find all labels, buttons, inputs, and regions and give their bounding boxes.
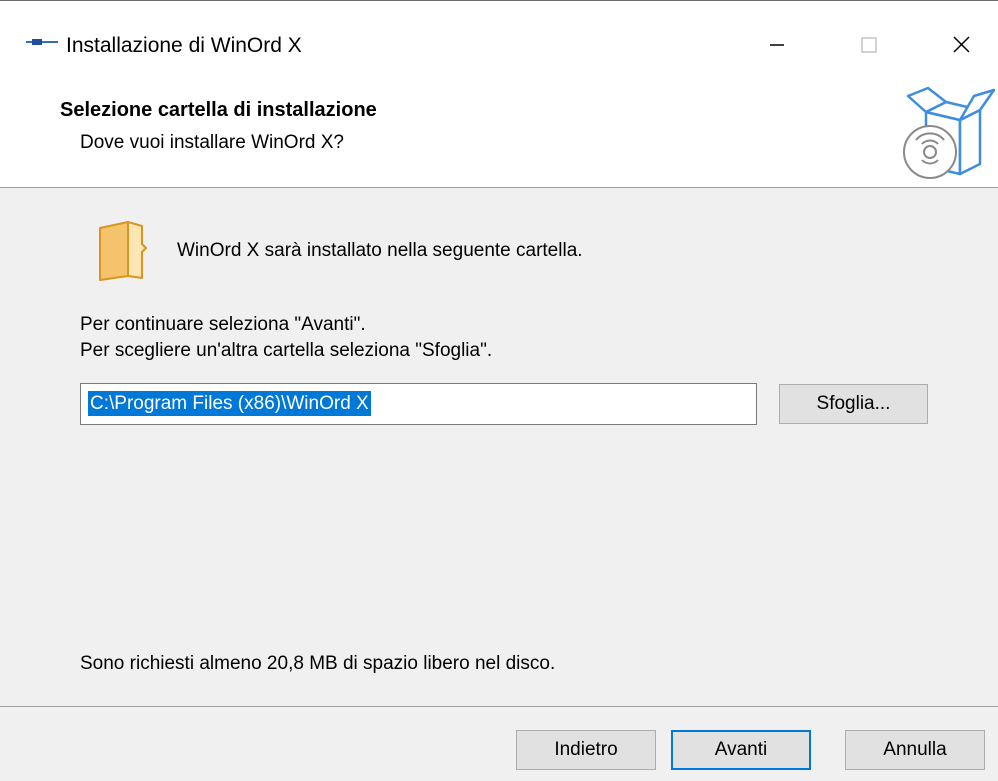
maximize-button[interactable] bbox=[846, 23, 892, 67]
footer-divider bbox=[0, 706, 998, 707]
folder-icon bbox=[99, 221, 147, 281]
instruction-continue: Per continuare seleziona "Avanti". bbox=[80, 314, 366, 335]
install-path-field[interactable]: C:\Program Files (x86)\WinOrd X bbox=[80, 383, 757, 425]
disk-space-requirement: Sono richiesti almeno 20,8 MB di spazio … bbox=[80, 653, 556, 674]
wizard-header: Selezione cartella di installazione Dove… bbox=[0, 79, 998, 187]
minimize-icon bbox=[770, 44, 784, 46]
close-button[interactable] bbox=[938, 23, 984, 67]
close-icon bbox=[953, 36, 970, 53]
setup-box-cd-icon bbox=[903, 86, 996, 179]
installer-window: Installazione di WinOrd X Selezione cart… bbox=[0, 0, 998, 781]
browse-button[interactable]: Sfoglia... bbox=[779, 384, 928, 424]
title-bar: Installazione di WinOrd X bbox=[0, 1, 998, 79]
page-subtitle: Dove vuoi installare WinOrd X? bbox=[80, 132, 344, 153]
maximize-icon bbox=[861, 37, 877, 53]
next-button[interactable]: Avanti bbox=[671, 730, 811, 770]
page-title: Selezione cartella di installazione bbox=[60, 99, 377, 121]
install-path-value: C:\Program Files (x86)\WinOrd X bbox=[88, 391, 371, 416]
instruction-browse: Per scegliere un'altra cartella selezion… bbox=[80, 340, 493, 361]
window-title: Installazione di WinOrd X bbox=[66, 34, 302, 57]
back-button[interactable]: Indietro bbox=[516, 730, 656, 770]
folder-description: WinOrd X sarà installato nella seguente … bbox=[177, 240, 583, 261]
header-divider bbox=[0, 187, 998, 188]
minimize-button[interactable] bbox=[754, 23, 800, 67]
cancel-button[interactable]: Annulla bbox=[845, 730, 985, 770]
app-icon bbox=[26, 39, 58, 45]
